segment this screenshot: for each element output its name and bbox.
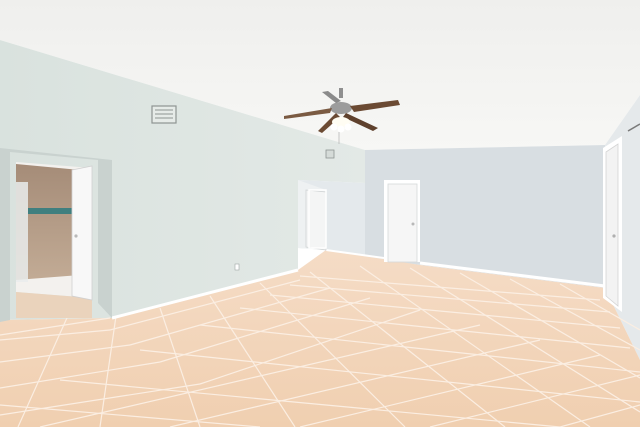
right-door (605, 143, 619, 307)
bathroom-accent-band (28, 208, 72, 214)
small-vent-icon (325, 149, 335, 159)
bathroom-door (71, 165, 93, 301)
bathroom-door-knob (74, 234, 78, 238)
back-door-knob (411, 222, 415, 226)
outlet-icon (234, 263, 240, 271)
room-photo (0, 0, 640, 427)
bathroom-shower-glass (16, 182, 28, 282)
right-door-knob (612, 234, 616, 238)
